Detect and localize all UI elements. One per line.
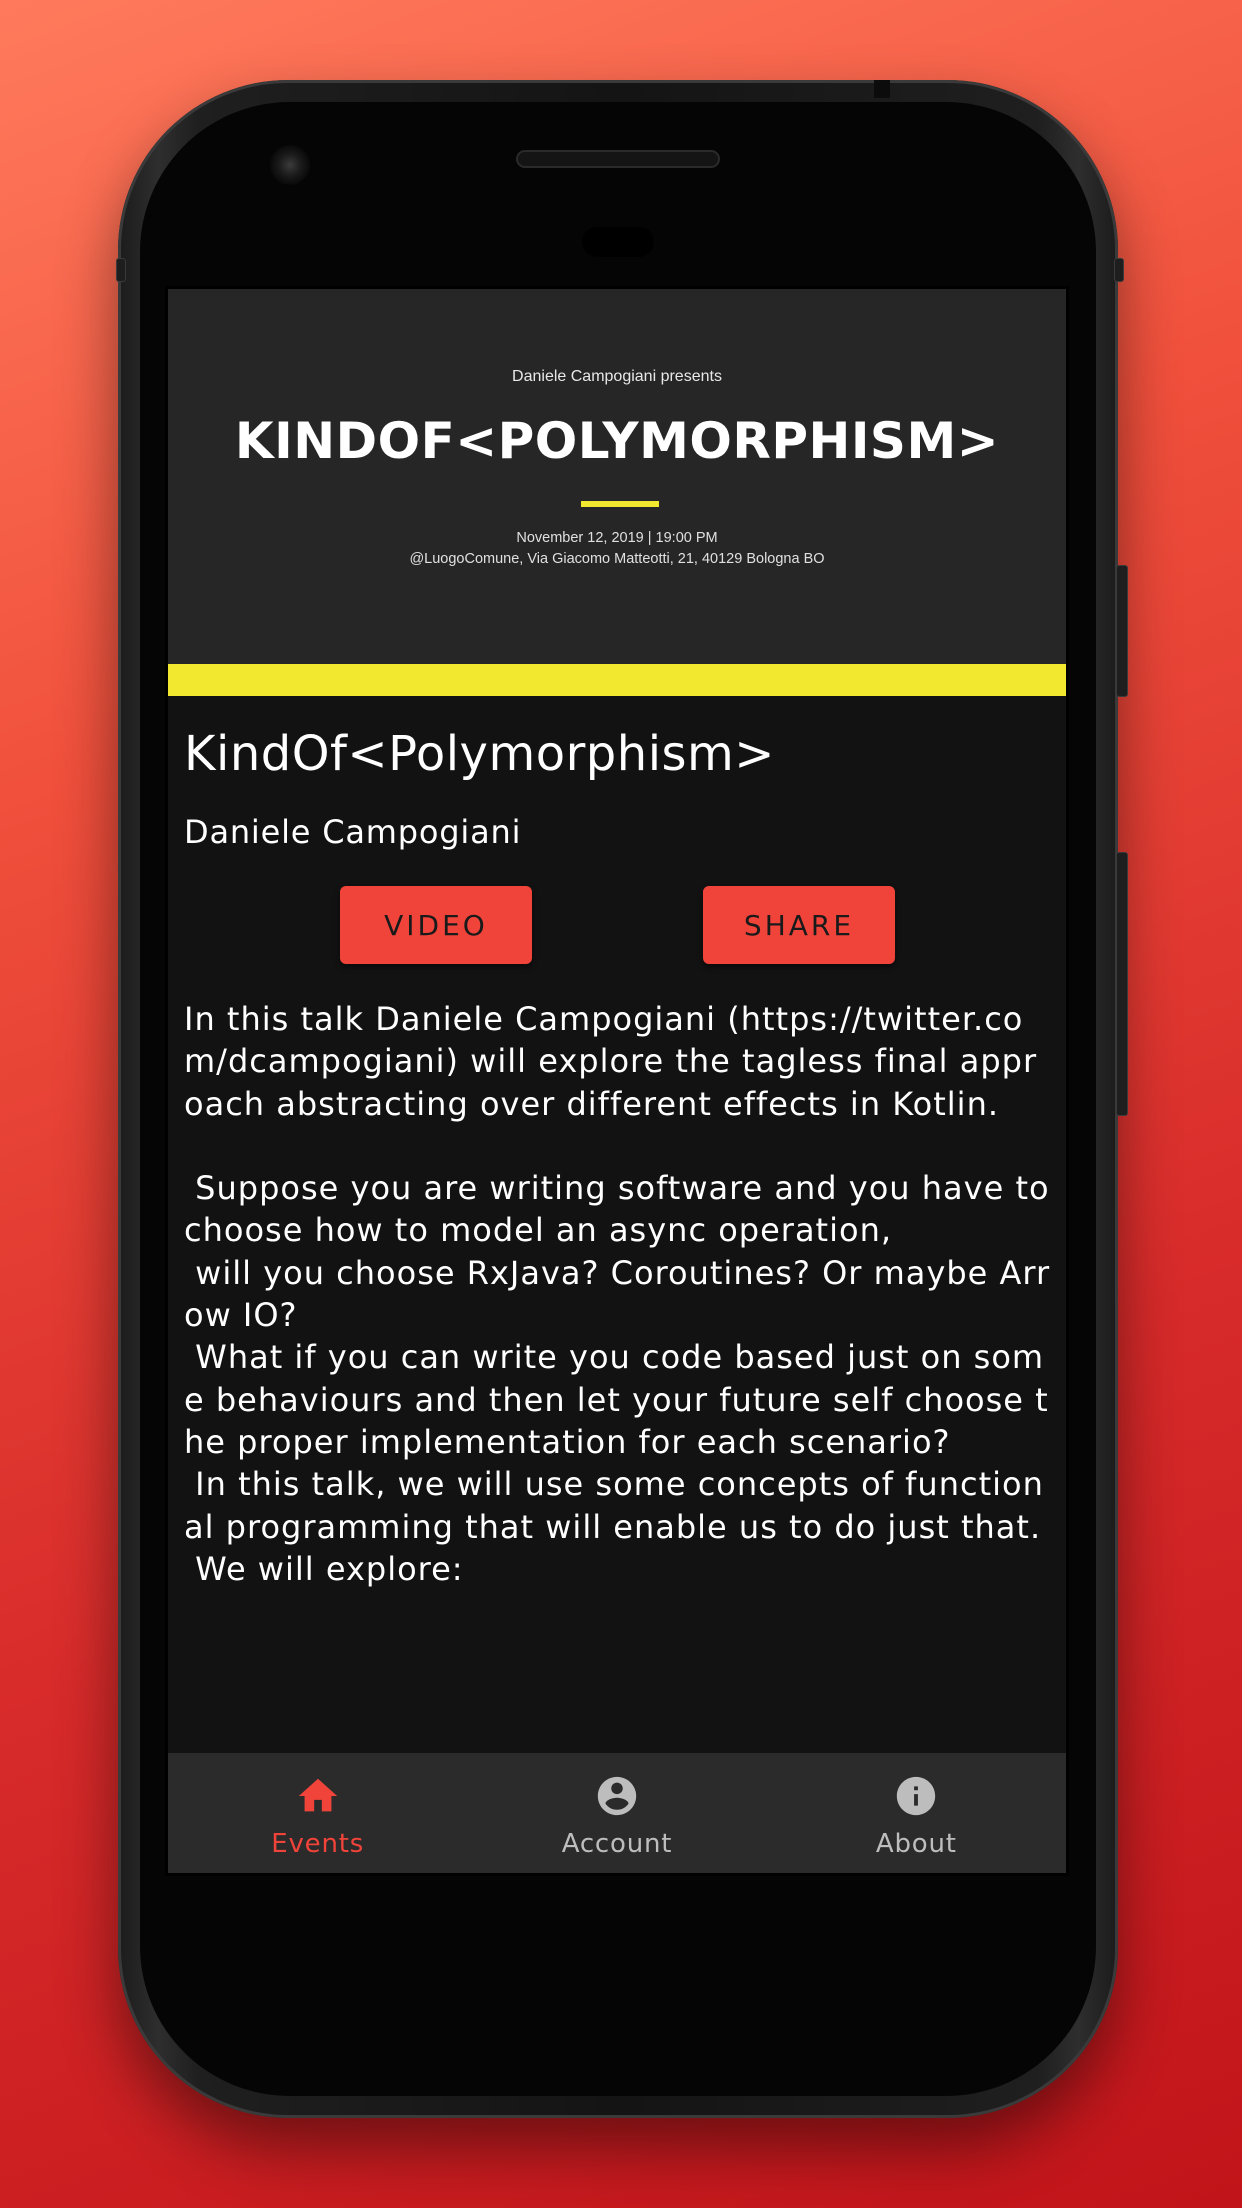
front-camera [270,145,310,185]
phone-side-button-right-top [1114,258,1124,282]
bottom-navigation: Events Account About [168,1753,1066,1873]
app-screen: Daniele Campogiani presents KINDOF<POLYM… [165,286,1069,1876]
banner-title: KINDOF<POLYMORPHISM> [234,412,1000,470]
talk-speaker: Daniele Campogiani [184,813,522,851]
talk-detail-content[interactable]: KindOf<Polymorphism> Daniele Campogiani … [168,696,1066,1753]
earpiece-speaker [516,150,720,168]
proximity-sensor [582,227,654,257]
banner-title-underline [581,501,659,507]
video-button[interactable]: VIDEO [340,886,532,964]
event-banner: Daniele Campogiani presents KINDOF<POLYM… [168,289,1066,664]
account-circle-icon [597,1776,637,1816]
home-icon [298,1778,337,1812]
phone-antenna-line [874,80,890,98]
talk-title: KindOf<Polymorphism> [184,726,776,782]
nav-label-about: About [875,1829,957,1859]
nav-label-events: Events [271,1829,365,1859]
share-button[interactable]: SHARE [703,886,895,964]
nav-label-account: Account [561,1829,673,1859]
talk-description: In this talk Daniele Campogiani (https:/… [184,1000,1051,1588]
phone-side-button-volume [1116,852,1128,1116]
phone-side-button-power [1116,565,1128,697]
banner-presents-text: Daniele Campogiani presents [512,368,722,385]
nav-item-about[interactable]: About [767,1753,1066,1873]
nav-item-account[interactable]: Account [467,1753,766,1873]
nav-item-events[interactable]: Events [168,1753,467,1873]
info-icon [897,1776,936,1816]
banner-date: November 12, 2019 | 19:00 PM [516,530,718,546]
banner-accent-stripe [168,664,1066,696]
phone-side-button-left [116,258,126,282]
banner-location: @LuogoComune, Via Giacomo Matteotti, 21,… [409,551,825,567]
